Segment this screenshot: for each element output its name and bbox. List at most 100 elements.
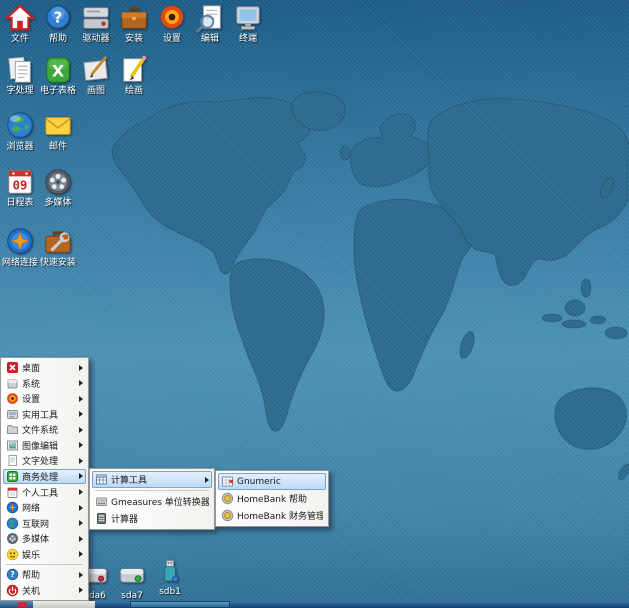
question-glyph: ? — [10, 570, 14, 579]
system-box-icon — [6, 377, 19, 390]
submenu-item-homebank-finance[interactable]: HomeBank 财务管理 — [218, 507, 326, 524]
desktop-icon-mail[interactable]: 邮件 — [40, 111, 76, 152]
media-reel-icon — [43, 167, 73, 197]
drive-icon-sda7[interactable]: sda7 — [114, 562, 150, 601]
desktop-icon-label: 画图 — [87, 86, 105, 96]
menu-item-network[interactable]: 网络 — [3, 500, 86, 516]
desktop-icon-setup[interactable]: 设置 — [154, 3, 190, 44]
menu-item-setup[interactable]: 设置 — [3, 391, 86, 407]
desktop-icon-connect[interactable]: 网络连接 — [2, 227, 38, 268]
spreadsheet-icon: X — [43, 55, 73, 85]
desktop-icon-label: 邮件 — [49, 142, 67, 152]
menu-item-help[interactable]: ? 帮助 — [3, 567, 86, 583]
desktop-icon-drives[interactable]: 驱动器 — [78, 3, 114, 44]
taskbar — [0, 601, 629, 608]
menu-item-multimedia[interactable]: 多媒体 — [3, 531, 86, 547]
desktop-red-x-icon — [6, 361, 19, 374]
homebank-coin-icon — [221, 492, 234, 505]
desktop-icon-edit[interactable]: 编辑 — [192, 3, 228, 44]
calendar-icon: 09 — [5, 167, 35, 197]
calendar-day-number: 09 — [13, 179, 28, 193]
taskbar-menu-button[interactable] — [0, 601, 33, 608]
menu-item-desktop[interactable]: 桌面 — [3, 360, 86, 376]
desktop-icon-spreadsheet[interactable]: X 电子表格 — [40, 55, 76, 96]
menu-item-internet[interactable]: 互联网 — [3, 515, 86, 531]
desktop-icon-label: 帮助 — [49, 34, 67, 44]
taskbar-window-button[interactable] — [130, 601, 230, 608]
submenu-arrow-icon — [79, 380, 83, 386]
drive-icon-sdb1[interactable]: sdb1 — [152, 558, 188, 597]
desktop-icon-media[interactable]: 多媒体 — [40, 167, 76, 208]
calculator-icon — [95, 512, 108, 525]
desktop-icon-label: 绘画 — [125, 86, 143, 96]
drive-label: sda7 — [121, 591, 143, 601]
smiley-icon — [6, 548, 19, 561]
desktop-icon-quickinstall[interactable]: 快速安装 — [40, 227, 76, 268]
desktop-icon-console[interactable]: 终端 — [230, 3, 266, 44]
unit-converter-icon — [95, 495, 108, 508]
globe-icon — [6, 517, 19, 530]
help-icon: ? — [6, 568, 19, 581]
menu-item-system[interactable]: 系统 — [3, 376, 86, 392]
edit-magnifier-icon — [195, 3, 225, 33]
desktop-icon-paint[interactable]: 画图 — [78, 55, 114, 96]
menu-item-business[interactable]: 商务处理 — [3, 469, 86, 485]
desktop-icon-install[interactable]: 安装 — [116, 3, 152, 44]
desktop-icon-label: 浏览器 — [6, 142, 33, 152]
menu-item-wordprocessing[interactable]: 文字处理 — [3, 453, 86, 469]
desktop-icon-browser[interactable]: 浏览器 — [2, 111, 38, 152]
submenu-item-calc-tools[interactable]: 计算工具 — [92, 471, 212, 488]
submenu-arrow-icon — [79, 587, 83, 593]
drives-icon — [81, 3, 111, 33]
calc-tools-submenu: Gnumeric HomeBank 帮助 HomeBank 财务管理 — [215, 470, 329, 527]
submenu-arrow-icon — [79, 520, 83, 526]
question-glyph: ? — [54, 9, 63, 27]
mail-envelope-icon — [43, 111, 73, 141]
desktop-icon-plan[interactable]: 09 日程表 — [2, 167, 38, 208]
desktop-icon-label: 文件 — [11, 34, 29, 44]
submenu-arrow-icon — [79, 536, 83, 542]
desktop-icon-file[interactable]: 文件 — [2, 3, 38, 44]
utility-icon — [6, 408, 19, 421]
browser-globe-icon — [5, 111, 35, 141]
desktop-icon-help[interactable]: ? 帮助 — [40, 3, 76, 44]
menu-separator — [6, 564, 83, 565]
business-icon — [6, 470, 19, 483]
install-briefcase-icon — [119, 3, 149, 33]
desktop-icon-label: 快速安装 — [40, 258, 76, 268]
menu-item-personal[interactable]: 个人工具 — [3, 484, 86, 500]
menu-item-filesystem[interactable]: 文件系统 — [3, 422, 86, 438]
desktop-icon-wordprocessor[interactable]: 字处理 — [2, 55, 38, 96]
submenu-item-calculator[interactable]: 计算器 — [92, 510, 212, 527]
menu-item-shutdown[interactable]: 关机 — [3, 582, 86, 598]
desktop-icon-label: 日程表 — [6, 198, 33, 208]
console-monitor-icon — [233, 3, 263, 33]
homebank-coin-icon — [221, 509, 234, 522]
usb-stick-icon — [156, 558, 184, 586]
submenu-item-gnumeric[interactable]: Gnumeric — [218, 473, 326, 490]
desktop: 文件 ? 帮助 驱动器 安装 设置 — [0, 0, 629, 608]
menu-item-utilities[interactable]: 实用工具 — [3, 407, 86, 423]
submenu-arrow-icon — [79, 572, 83, 578]
menu-item-fun[interactable]: 娱乐 — [3, 546, 86, 562]
desktop-icon-label: 驱动器 — [82, 34, 109, 44]
submenu-arrow-icon — [79, 458, 83, 464]
submenu-arrow-icon — [79, 365, 83, 371]
submenu-item-homebank-help[interactable]: HomeBank 帮助 — [218, 490, 326, 507]
desktop-icon-label: 终端 — [239, 34, 257, 44]
menu-item-imageediting[interactable]: 图像编辑 — [3, 438, 86, 454]
desktop-icon-label: 设置 — [163, 34, 181, 44]
home-icon — [5, 3, 35, 33]
desktop-icon-draw[interactable]: 绘画 — [116, 55, 152, 96]
taskbar-window-button[interactable] — [33, 601, 95, 608]
image-icon — [6, 439, 19, 452]
desktop-icon-label: 字处理 — [6, 86, 33, 96]
gnumeric-icon — [221, 475, 234, 488]
submenu-item-gmeasures[interactable]: Gmeasures 单位转换器 — [92, 493, 212, 510]
desktop-icon-label: 网络连接 — [2, 258, 38, 268]
desktop-icon-label: 安装 — [125, 34, 143, 44]
submenu-arrow-icon — [79, 489, 83, 495]
personal-calendar-icon — [6, 486, 19, 499]
submenu-arrow-icon — [79, 396, 83, 402]
media-reel-icon — [6, 532, 19, 545]
